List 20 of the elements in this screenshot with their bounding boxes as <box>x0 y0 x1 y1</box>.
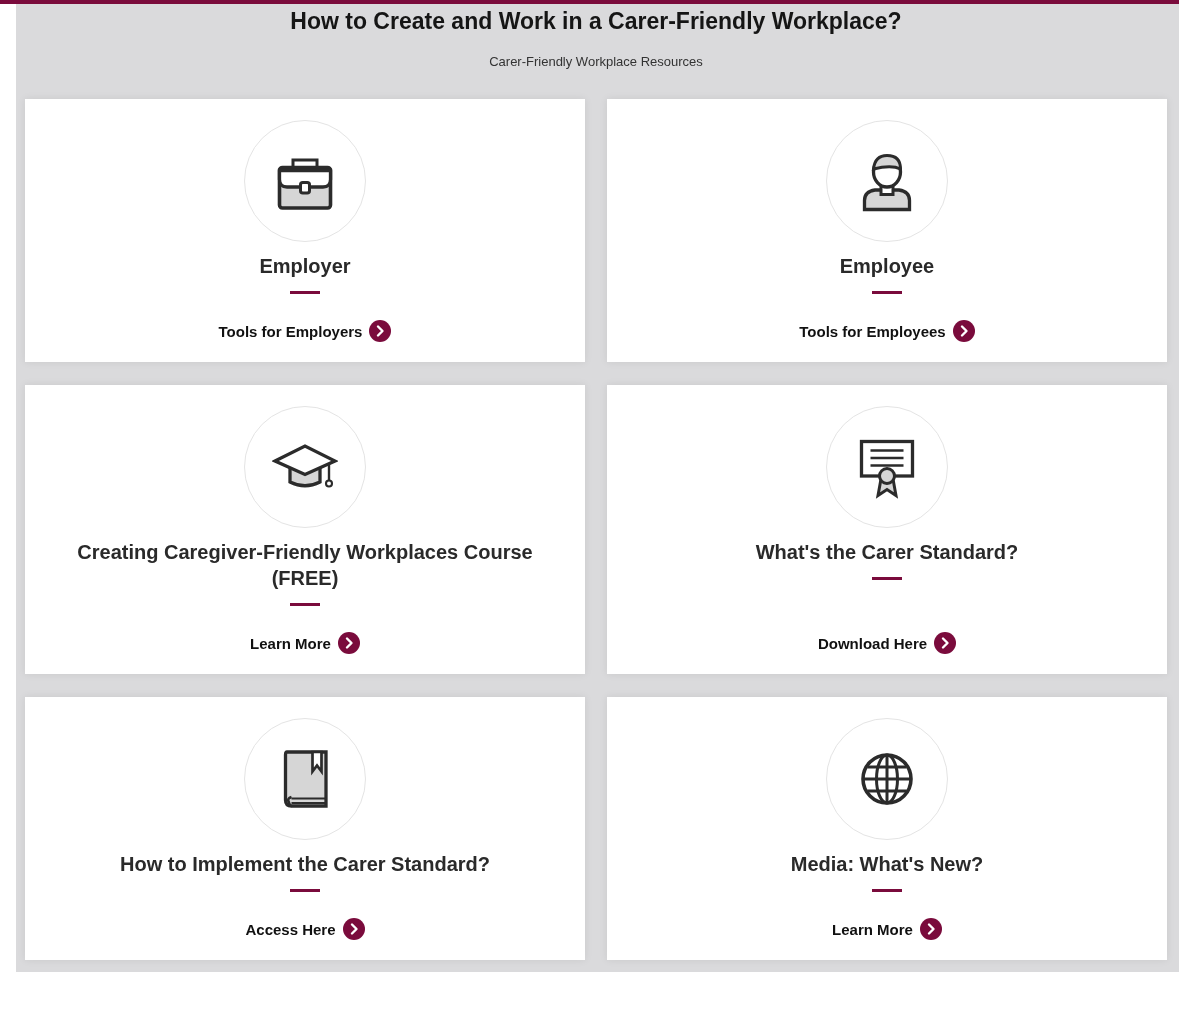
card-link[interactable]: Learn More <box>832 918 942 940</box>
card-title: What's the Carer Standard? <box>755 540 1019 565</box>
chevron-icon <box>952 320 975 342</box>
page-subtitle: Carer-Friendly Workplace Resources <box>489 54 703 69</box>
card-title: Employee <box>839 254 935 279</box>
chevron-icon <box>919 918 942 940</box>
chevron-icon <box>369 320 392 342</box>
card-link[interactable]: Access Here <box>245 918 365 940</box>
card-link[interactable]: Learn More <box>250 632 360 654</box>
card-title: Media: What's New? <box>790 852 984 877</box>
chevron-icon <box>337 632 360 654</box>
page-title: How to Create and Work in a Carer-Friendly Workplace? <box>290 8 902 34</box>
chevron-icon <box>934 632 957 654</box>
card-title: How to Implement the Carer Standard? <box>119 852 491 877</box>
card-title: Creating Caregiver-Friendly Workplaces Course (FREE) <box>76 540 534 591</box>
card-link[interactable]: Tools for Employees <box>799 320 975 342</box>
chevron-icon <box>342 918 365 940</box>
card-link[interactable]: Download Here <box>817 632 957 654</box>
card-link[interactable]: Tools for Employers <box>218 320 392 342</box>
card-title: Employer <box>259 254 351 279</box>
